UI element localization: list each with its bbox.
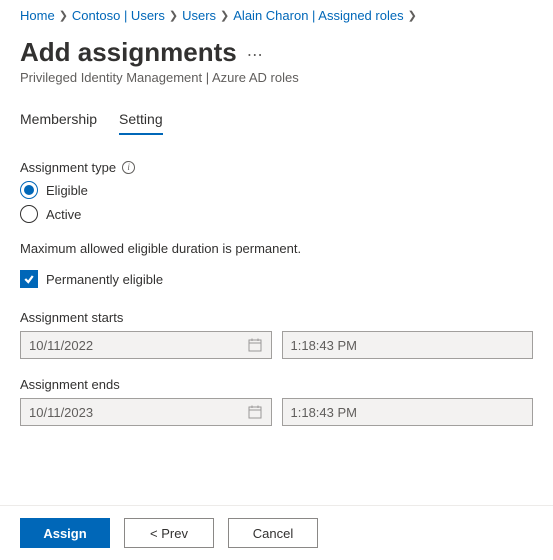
chevron-right-icon: ❯ [408,9,417,22]
radio-icon [20,205,38,223]
breadcrumb: Home ❯ Contoso | Users ❯ Users ❯ Alain C… [20,8,533,23]
radio-active-label: Active [46,207,81,222]
chevron-right-icon: ❯ [220,9,229,22]
radio-active[interactable]: Active [20,205,533,223]
assignment-starts-label: Assignment starts [20,310,533,325]
tabs: Membership Setting [20,107,533,136]
radio-eligible[interactable]: Eligible [20,181,533,199]
footer: Assign < Prev Cancel [0,505,553,560]
assignment-ends-date[interactable]: 10/11/2023 [20,398,272,426]
permanently-eligible-checkbox[interactable]: Permanently eligible [20,270,533,288]
info-icon[interactable]: i [122,161,135,174]
assignment-type-radio-group: Eligible Active [20,181,533,223]
breadcrumb-home[interactable]: Home [20,8,55,23]
assign-button[interactable]: Assign [20,518,110,548]
permanently-eligible-label: Permanently eligible [46,272,163,287]
calendar-icon [247,337,263,353]
checkbox-icon [20,270,38,288]
assignment-ends-time[interactable]: 1:18:43 PM [282,398,534,426]
breadcrumb-alain-assigned-roles[interactable]: Alain Charon | Assigned roles [233,8,403,23]
more-icon[interactable]: ⋯ [247,39,263,65]
assignment-starts-time[interactable]: 1:18:43 PM [282,331,534,359]
radio-icon [20,181,38,199]
assignment-ends-label: Assignment ends [20,377,533,392]
radio-eligible-label: Eligible [46,183,88,198]
chevron-right-icon: ❯ [59,9,68,22]
page-title: Add assignments [20,37,237,68]
breadcrumb-users[interactable]: Users [182,8,216,23]
assignment-starts-date[interactable]: 10/11/2022 [20,331,272,359]
calendar-icon [247,404,263,420]
breadcrumb-contoso-users[interactable]: Contoso | Users [72,8,165,23]
chevron-right-icon: ❯ [169,9,178,22]
tab-setting[interactable]: Setting [119,107,163,135]
page-subtitle: Privileged Identity Management | Azure A… [20,70,533,85]
cancel-button[interactable]: Cancel [228,518,318,548]
tab-membership[interactable]: Membership [20,107,97,135]
assignment-type-label: Assignment type i [20,160,533,175]
max-duration-note: Maximum allowed eligible duration is per… [20,241,533,256]
prev-button[interactable]: < Prev [124,518,214,548]
